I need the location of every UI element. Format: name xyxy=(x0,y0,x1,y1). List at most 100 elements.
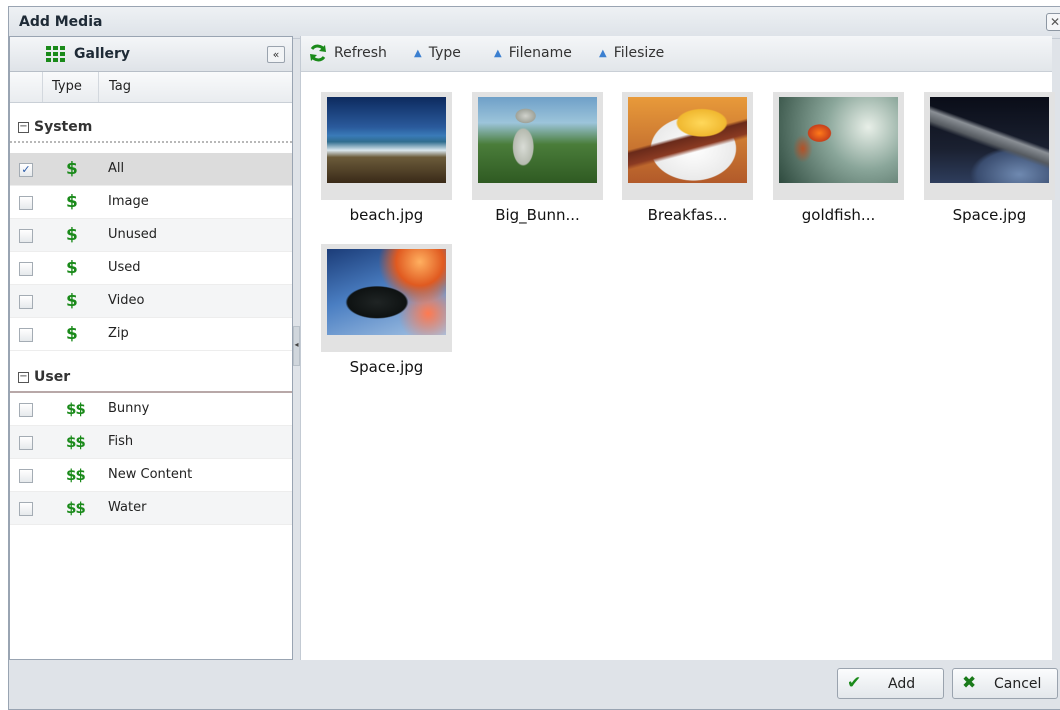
row-checkbox[interactable] xyxy=(19,403,33,417)
thumbnail-image xyxy=(478,97,597,183)
sort-asc-icon: ▲ xyxy=(494,48,502,59)
tag-icon: $$ xyxy=(66,433,86,451)
sort-filename-button[interactable]: ▲ Filename xyxy=(494,45,572,61)
add-button-label: Add xyxy=(888,676,916,692)
tag-row-bunny[interactable]: $$ Bunny xyxy=(10,393,292,426)
thumbnail-frame[interactable] xyxy=(773,92,904,200)
gallery-panel: Gallery « Type Tag − System ✓ $ All $ Im… xyxy=(9,36,293,660)
cancel-button[interactable]: ✖ Cancel xyxy=(952,668,1058,699)
tag-row-video[interactable]: $ Video xyxy=(10,285,292,318)
media-caption: goldfish... xyxy=(801,206,876,224)
thumbnail-frame[interactable] xyxy=(622,92,753,200)
tag-icon: $$ xyxy=(66,499,86,517)
row-checkbox-checked[interactable]: ✓ xyxy=(19,163,33,177)
media-item[interactable]: Big_Bunn... xyxy=(472,92,603,224)
thumbnail-image xyxy=(628,97,747,183)
row-checkbox[interactable] xyxy=(19,295,33,309)
cancel-button-label: Cancel xyxy=(994,676,1042,692)
media-caption: Big_Bunn... xyxy=(495,206,580,224)
tag-row-unused[interactable]: $ Unused xyxy=(10,219,292,252)
tag-row-fish[interactable]: $$ Fish xyxy=(10,426,292,459)
thumbnail-image xyxy=(930,97,1049,183)
tag-label: Used xyxy=(108,260,141,275)
type-column-header[interactable]: Type xyxy=(43,72,99,102)
row-checkbox[interactable] xyxy=(19,328,33,342)
media-caption: Breakfas... xyxy=(647,206,728,224)
refresh-button[interactable]: Refresh xyxy=(334,45,387,61)
tag-label: Bunny xyxy=(108,401,150,416)
sort-filesize-label: Filesize xyxy=(613,45,665,61)
dialog-title: Add Media xyxy=(19,14,103,30)
add-button[interactable]: ✔ Add xyxy=(837,668,944,699)
thumbnail-frame[interactable] xyxy=(321,92,452,200)
tag-icon: $$ xyxy=(66,466,86,484)
sort-asc-icon: ▲ xyxy=(599,48,607,59)
media-toolbar: Refresh ▲ Type ▲ Filename ▲ Filesize xyxy=(301,36,1052,72)
group-system[interactable]: − System xyxy=(10,103,292,143)
panel-splitter-handle[interactable]: ◂ xyxy=(293,326,300,366)
media-caption: Space.jpg xyxy=(349,358,424,376)
dollar-icon: $ xyxy=(66,258,78,278)
gallery-column-header: Type Tag xyxy=(10,72,292,103)
tag-label: Unused xyxy=(108,227,158,242)
tag-label: Image xyxy=(108,194,149,209)
dollar-icon: $ xyxy=(66,192,78,212)
tag-label: All xyxy=(108,161,125,176)
tag-label: New Content xyxy=(108,467,193,482)
collapse-group-icon[interactable]: − xyxy=(18,372,29,383)
tag-row-image[interactable]: $ Image xyxy=(10,186,292,219)
thumbnail-image xyxy=(327,97,446,183)
row-checkbox[interactable] xyxy=(19,229,33,243)
row-checkbox[interactable] xyxy=(19,262,33,276)
media-item[interactable]: Space.jpg xyxy=(924,92,1055,224)
gallery-header: Gallery « xyxy=(10,37,292,72)
sort-type-button[interactable]: ▲ Type xyxy=(414,45,461,61)
close-icon[interactable]: ✕ xyxy=(1046,13,1060,31)
gallery-title: Gallery xyxy=(74,46,131,62)
tag-row-all[interactable]: ✓ $ All xyxy=(10,153,292,186)
thumbnail-image xyxy=(327,249,446,335)
media-item[interactable]: Space.jpg xyxy=(321,244,452,376)
sort-asc-icon: ▲ xyxy=(414,48,422,59)
tag-label: Zip xyxy=(108,326,129,341)
dollar-icon: $ xyxy=(66,225,78,245)
media-item[interactable]: Breakfas... xyxy=(622,92,753,224)
tag-label: Video xyxy=(108,293,145,308)
tag-icon: $$ xyxy=(66,400,86,418)
media-caption: beach.jpg xyxy=(349,206,424,224)
tag-row-used[interactable]: $ Used xyxy=(10,252,292,285)
tag-row-zip[interactable]: $ Zip xyxy=(10,318,292,351)
row-checkbox[interactable] xyxy=(19,196,33,210)
group-user[interactable]: − User xyxy=(10,353,292,393)
tag-label: Water xyxy=(108,500,147,515)
media-item[interactable]: goldfish... xyxy=(773,92,904,224)
group-label: User xyxy=(34,369,71,385)
thumbnail-frame[interactable] xyxy=(321,244,452,352)
collapse-panel-button[interactable]: « xyxy=(267,46,285,63)
thumbnail-image xyxy=(779,97,898,183)
dialog-titlebar[interactable]: Add Media ✕ xyxy=(9,7,1060,39)
sort-filesize-button[interactable]: ▲ Filesize xyxy=(599,45,664,61)
sort-filename-label: Filename xyxy=(508,45,572,61)
row-checkbox[interactable] xyxy=(19,502,33,516)
refresh-icon[interactable] xyxy=(308,43,328,63)
dollar-icon: $ xyxy=(66,291,78,311)
media-item[interactable]: beach.jpg xyxy=(321,92,452,224)
sort-type-label: Type xyxy=(428,45,461,61)
row-checkbox[interactable] xyxy=(19,469,33,483)
tag-row-water[interactable]: $$ Water xyxy=(10,492,292,525)
dollar-icon: $ xyxy=(66,159,78,179)
tag-row-new-content[interactable]: $$ New Content xyxy=(10,459,292,492)
collapse-group-icon[interactable]: − xyxy=(18,122,29,133)
media-caption: Space.jpg xyxy=(952,206,1027,224)
thumbnail-frame[interactable] xyxy=(924,92,1055,200)
thumbnail-frame[interactable] xyxy=(472,92,603,200)
group-label: System xyxy=(34,119,93,135)
checkbox-column-header[interactable] xyxy=(10,72,43,102)
media-panel: Refresh ▲ Type ▲ Filename ▲ Filesize beach.… xyxy=(300,36,1055,660)
tag-column-header[interactable]: Tag xyxy=(99,72,131,94)
checkmark-icon: ✔ xyxy=(847,673,862,693)
tag-label: Fish xyxy=(108,434,134,449)
cross-icon: ✖ xyxy=(962,673,977,693)
row-checkbox[interactable] xyxy=(19,436,33,450)
